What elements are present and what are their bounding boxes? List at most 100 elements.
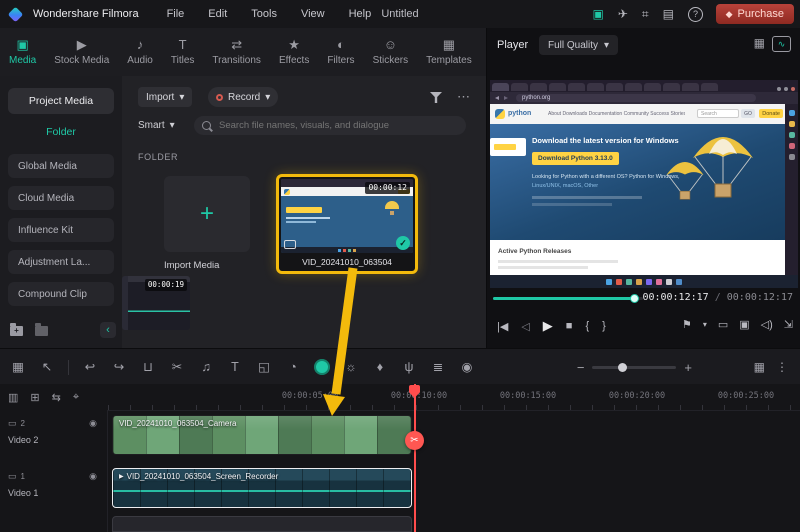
preview-video[interactable]: python.org python About Downloads Docume… <box>490 80 798 288</box>
rearrange-icon[interactable]: ⇆ <box>52 391 61 404</box>
gift-icon[interactable]: ▣ <box>592 7 603 21</box>
tab-transitions[interactable]: ⇄ Transitions <box>203 28 270 76</box>
download-python-button: Download Python 3.13.0 <box>532 152 619 165</box>
cut-scissors-button[interactable]: ✂ <box>405 431 424 450</box>
tab-titles[interactable]: T Titles <box>162 28 204 76</box>
sidebar-item-global-media[interactable]: Global Media <box>8 154 114 178</box>
sidebar-item-project-media[interactable]: Project Media <box>8 88 114 114</box>
menu-help[interactable]: Help <box>349 8 372 20</box>
timeline-ruler[interactable]: 00:00:05:00 00:00:10:00 00:00:15:00 00:0… <box>108 384 800 411</box>
help-icon[interactable]: ? <box>688 6 703 22</box>
audio-mixer-icon[interactable]: ≣ <box>430 361 446 374</box>
sidebar-item-cloud-media[interactable]: Cloud Media <box>8 186 114 210</box>
menu-edit[interactable]: Edit <box>208 8 227 20</box>
timeline-clip-screen-recorder[interactable]: ▶ VID_20241010_063504_Screen_Recorder <box>112 468 412 508</box>
chevron-down-icon[interactable]: ▾ <box>703 320 707 329</box>
playback-slider[interactable] <box>493 294 643 303</box>
undo-icon[interactable]: ↩ <box>82 361 98 374</box>
player-panel: Player Full Quality ▾ ▦ ∿ python.org pyt… <box>486 28 800 348</box>
tab-filters[interactable]: ◐ Filters <box>318 28 363 76</box>
add-track-icon[interactable]: ⊞ <box>30 391 39 404</box>
menu-view[interactable]: View <box>301 8 325 20</box>
collapse-sidebar-button[interactable]: ‹ <box>100 322 116 338</box>
display-mode-icon[interactable]: ▭ <box>718 318 728 331</box>
smart-filter-dropdown[interactable]: Smart ▾ <box>138 120 175 131</box>
add-audio-icon[interactable]: ♫ <box>198 361 214 374</box>
manage-tracks-icon[interactable]: ▥ <box>8 391 18 404</box>
split-scissors-icon[interactable]: ✂ <box>169 361 185 374</box>
tab-effects[interactable]: ★ Effects <box>270 28 318 76</box>
playhead-line[interactable] <box>414 384 416 532</box>
select-tool-icon[interactable]: ↖ <box>39 361 55 374</box>
zoom-in-icon[interactable]: + <box>684 360 692 375</box>
added-check-icon: ✓ <box>396 236 410 250</box>
selected-media-card[interactable]: 00:00:12 ✓ VID_20241010_063504 <box>276 174 418 274</box>
menu-tools[interactable]: Tools <box>251 8 277 20</box>
smart-cut-button[interactable] <box>314 359 330 375</box>
mask-icon[interactable]: ♦ <box>372 361 388 374</box>
scopes-icon[interactable]: ∿ <box>772 36 791 52</box>
fullscreen-icon[interactable]: ⇲ <box>784 318 793 331</box>
purchase-button[interactable]: ◆ Purchase <box>715 4 794 24</box>
snap-icon[interactable]: ⌖ <box>73 391 79 404</box>
filter-icon[interactable] <box>430 92 442 103</box>
balloon-illustration <box>385 201 399 215</box>
import-media-tile[interactable]: + <box>164 176 250 252</box>
crop-icon[interactable]: ◱ <box>256 361 272 374</box>
timeline-clip-partial[interactable] <box>112 516 412 532</box>
speed-icon[interactable]: ◔ <box>285 361 301 374</box>
sidebar-item-adjustment-layer[interactable]: Adjustment La... <box>8 250 114 274</box>
track-manager-icon[interactable]: ▦ <box>754 361 765 373</box>
new-folder-icon[interactable]: + <box>10 323 23 336</box>
tab-stock-media[interactable]: ▶ Stock Media <box>45 28 118 76</box>
mark-in-button[interactable]: { <box>585 320 589 332</box>
more-options-icon[interactable]: ⋯ <box>457 90 470 103</box>
current-time: 00:00:12:17 <box>642 292 709 303</box>
track-visibility-icon[interactable]: ◉ <box>89 471 97 482</box>
sidebar-item-folder[interactable]: Folder <box>0 126 122 138</box>
play-button[interactable]: ▶ <box>543 318 553 334</box>
color-adjust-icon[interactable]: ☼ <box>343 361 359 374</box>
track-screen-icon[interactable]: ▭ <box>8 418 17 429</box>
delete-icon[interactable]: ⊔ <box>140 361 156 374</box>
tab-templates[interactable]: ▦ Templates <box>417 28 481 76</box>
share-icon[interactable]: ✈ <box>618 7 628 21</box>
media-card-screen-record[interactable]: 00:00:19 <box>122 276 190 330</box>
devices-icon[interactable]: ▤ <box>663 7 674 21</box>
slider-handle[interactable] <box>630 294 639 303</box>
play-reverse-button[interactable]: ◁ <box>521 320 529 333</box>
more-options-icon[interactable]: ⋮ <box>776 361 788 373</box>
import-dropdown[interactable]: Import ▾ <box>138 87 193 107</box>
timeline-clip-camera[interactable]: VID_20241010_063504_Camera <box>112 415 412 455</box>
snapshot-camera-icon[interactable]: ▣ <box>739 318 749 331</box>
sidebar-item-influence-kit[interactable]: Influence Kit <box>8 218 114 242</box>
chevron-down-icon: ▾ <box>169 120 175 131</box>
mark-out-button[interactable]: } <box>602 320 606 332</box>
quality-dropdown[interactable]: Full Quality ▾ <box>539 35 619 55</box>
layout-panels-icon[interactable]: ▦ <box>10 361 26 374</box>
record-icon <box>216 93 223 101</box>
zoom-slider[interactable] <box>592 362 677 372</box>
marker-flag-icon[interactable]: ⚑ <box>682 318 692 331</box>
record-dropdown[interactable]: Record ▾ <box>208 87 279 107</box>
tab-audio[interactable]: ♪ Audio <box>118 28 162 76</box>
transport-controls-right: ⚑ ▾ ▭ ▣ ◁) ⇲ <box>682 318 793 331</box>
stop-button[interactable]: ■ <box>566 320 573 332</box>
zoom-slider-handle[interactable] <box>618 362 628 372</box>
skip-back-button[interactable]: |◀ <box>497 320 508 333</box>
track-screen-icon[interactable]: ▭ <box>8 471 17 482</box>
volume-icon[interactable]: ◁) <box>761 318 773 331</box>
redo-icon[interactable]: ↪ <box>111 361 127 374</box>
sidebar-item-compound-clip[interactable]: Compound Clip <box>8 282 114 306</box>
chroma-key-icon[interactable]: ◉ <box>459 361 475 374</box>
tab-media[interactable]: ▣ Media <box>0 28 45 76</box>
add-text-icon[interactable]: T <box>227 361 243 374</box>
tab-stickers[interactable]: ☺ Stickers <box>364 28 418 76</box>
screen-capture-icon[interactable]: ⌗ <box>642 7 649 22</box>
menu-file[interactable]: File <box>167 8 185 20</box>
layout-grid-icon[interactable]: ▦ <box>754 37 765 49</box>
voiceover-mic-icon[interactable]: ψ <box>401 361 417 374</box>
media-search-input[interactable] <box>217 119 458 132</box>
zoom-out-icon[interactable]: − <box>577 360 585 375</box>
folder-icon[interactable] <box>35 323 48 336</box>
